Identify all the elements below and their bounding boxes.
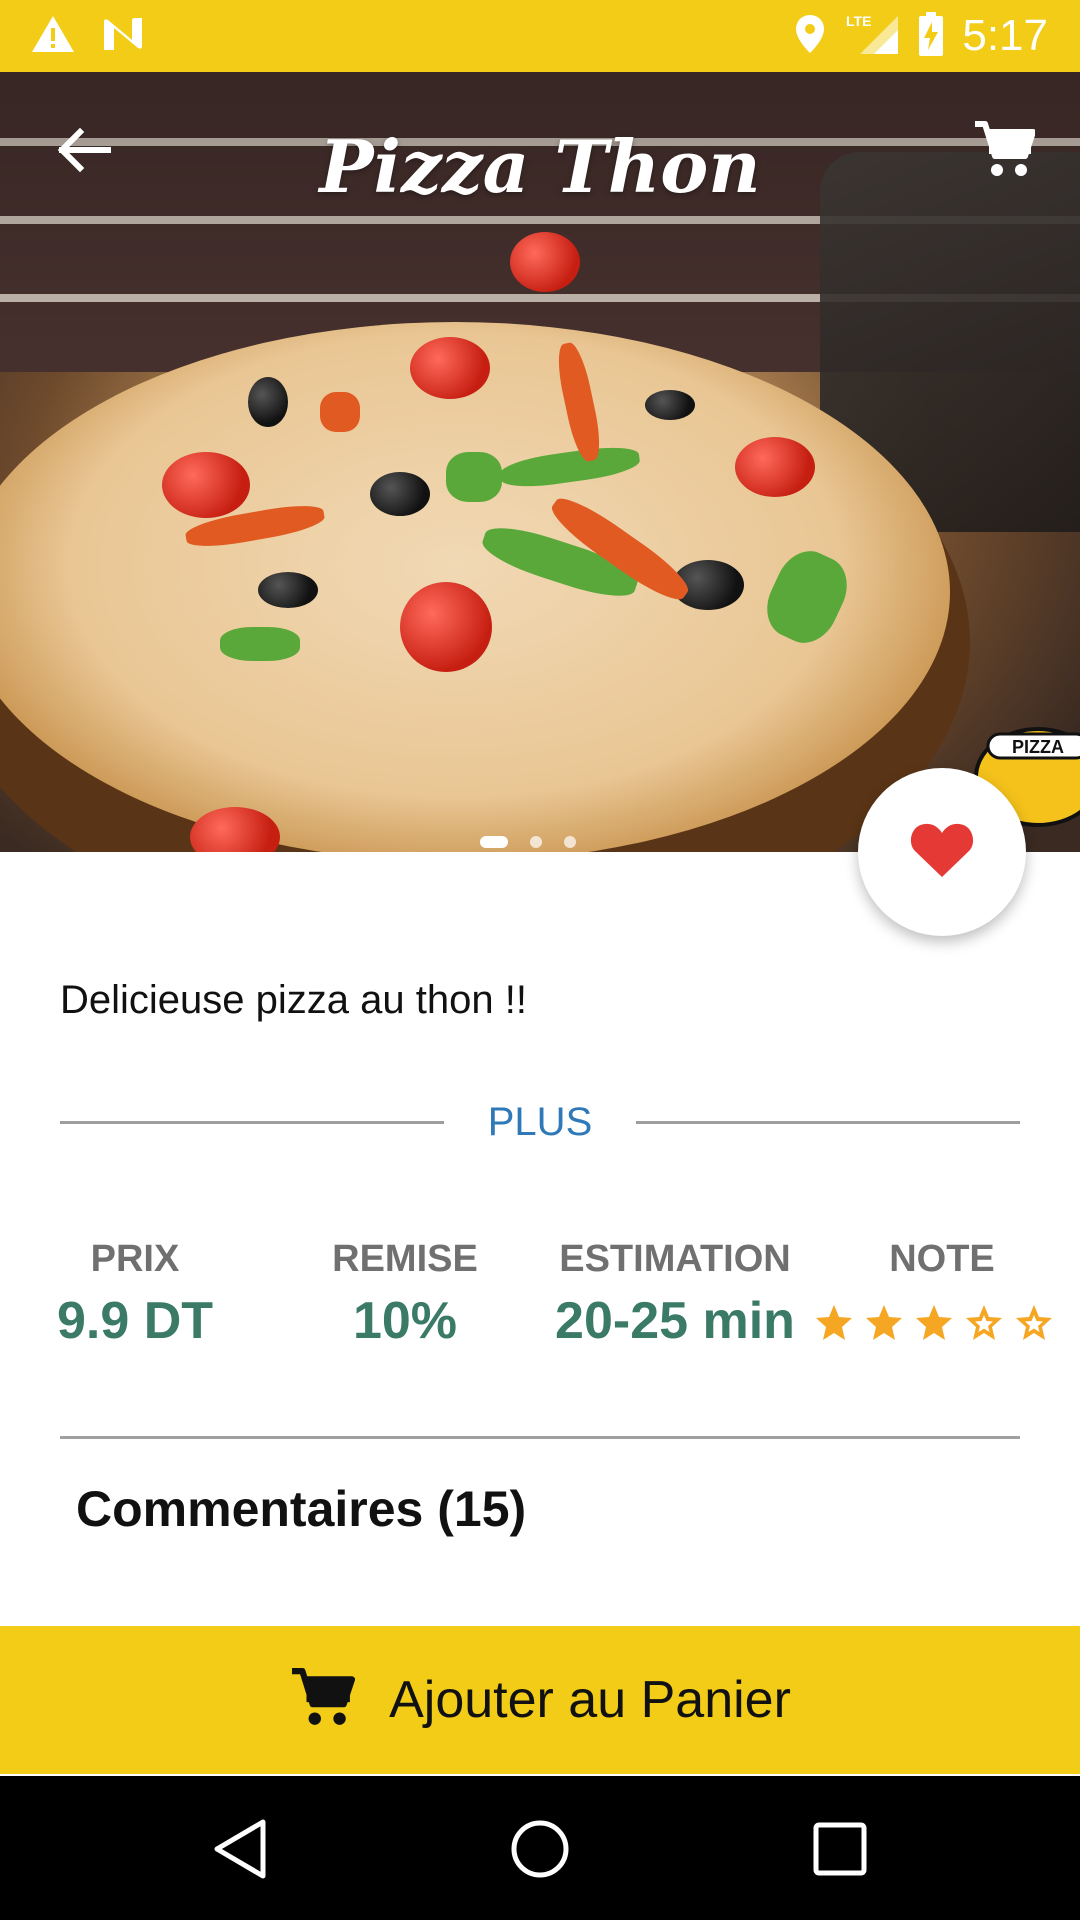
olive-topping <box>248 377 288 427</box>
price-stat: PRIX 9.9 DT <box>30 1238 240 1351</box>
cart-icon <box>289 1667 356 1734</box>
rating-stars[interactable] <box>814 1303 1070 1348</box>
clock: 5:17 <box>962 11 1048 60</box>
comments-header[interactable]: Commentaires (15) <box>76 1480 526 1538</box>
tomato-topping <box>162 452 250 518</box>
nav-home-button[interactable] <box>495 1806 585 1896</box>
location-icon <box>794 13 826 60</box>
rating-stat: NOTE <box>814 1238 1070 1348</box>
olive-topping <box>370 472 430 516</box>
battery-charging-icon <box>918 11 944 61</box>
price-label: PRIX <box>90 1238 180 1280</box>
pager-dot[interactable] <box>564 836 576 848</box>
star-filled-icon[interactable] <box>914 1303 954 1348</box>
discount-label: REMISE <box>332 1238 478 1280</box>
tomato-topping <box>510 232 580 292</box>
status-bar: LTE 5:17 <box>0 0 1080 72</box>
estimation-stat: ESTIMATION 20-25 min <box>540 1238 810 1351</box>
product-stats: PRIX 9.9 DT REMISE 10% ESTIMATION 20-25 … <box>0 1238 1080 1368</box>
svg-text:PIZZA: PIZZA <box>1012 737 1064 757</box>
pager-dot[interactable] <box>530 836 542 848</box>
estimation-value: 20-25 min <box>555 1292 795 1350</box>
chili-topping <box>320 392 360 432</box>
cart-icon <box>973 120 1036 185</box>
tomato-topping <box>735 437 815 497</box>
olive-topping <box>645 390 695 420</box>
notification-n-icon <box>102 16 146 57</box>
svg-text:LTE: LTE <box>846 13 871 29</box>
discount-value: 10% <box>352 1292 458 1350</box>
nav-back-button[interactable] <box>196 1806 286 1896</box>
warning-icon <box>30 14 76 59</box>
pepper-topping <box>446 452 502 502</box>
star-filled-icon[interactable] <box>814 1303 854 1348</box>
page-title: Pizza Thon <box>319 124 761 209</box>
tomato-topping <box>400 582 492 672</box>
heart-icon <box>909 821 975 884</box>
star-outline-icon[interactable] <box>964 1303 1004 1348</box>
system-nav-bar <box>0 1776 1080 1920</box>
pepper-topping <box>220 627 300 661</box>
tomato-topping <box>410 337 490 399</box>
image-pager[interactable] <box>480 836 576 848</box>
app-bar: Pizza Thon <box>0 72 1080 232</box>
lte-signal-icon: LTE <box>844 12 900 61</box>
olive-topping <box>258 572 318 608</box>
discount-stat: REMISE 10% <box>300 1238 510 1351</box>
price-value: 9.9 DT <box>56 1292 214 1350</box>
nav-recents-button[interactable] <box>795 1806 885 1896</box>
rating-label: NOTE <box>889 1238 995 1280</box>
product-description: Delicieuse pizza au thon !! <box>60 978 527 1022</box>
star-outline-icon[interactable] <box>1014 1303 1054 1348</box>
back-triangle-icon <box>211 1818 271 1885</box>
favorite-button[interactable] <box>858 768 1026 936</box>
divider-line <box>636 1121 1020 1124</box>
star-filled-icon[interactable] <box>864 1303 904 1348</box>
estimation-label: ESTIMATION <box>559 1238 791 1280</box>
add-to-cart-label: Ajouter au Panier <box>389 1671 791 1729</box>
more-divider: PLUS <box>60 1096 1020 1148</box>
recents-square-icon <box>812 1821 868 1882</box>
section-divider <box>60 1436 1020 1439</box>
pager-dot-active[interactable] <box>480 836 508 848</box>
add-to-cart-button[interactable]: Ajouter au Panier <box>0 1626 1080 1774</box>
cart-button[interactable] <box>964 112 1044 192</box>
home-circle-icon <box>509 1818 571 1885</box>
